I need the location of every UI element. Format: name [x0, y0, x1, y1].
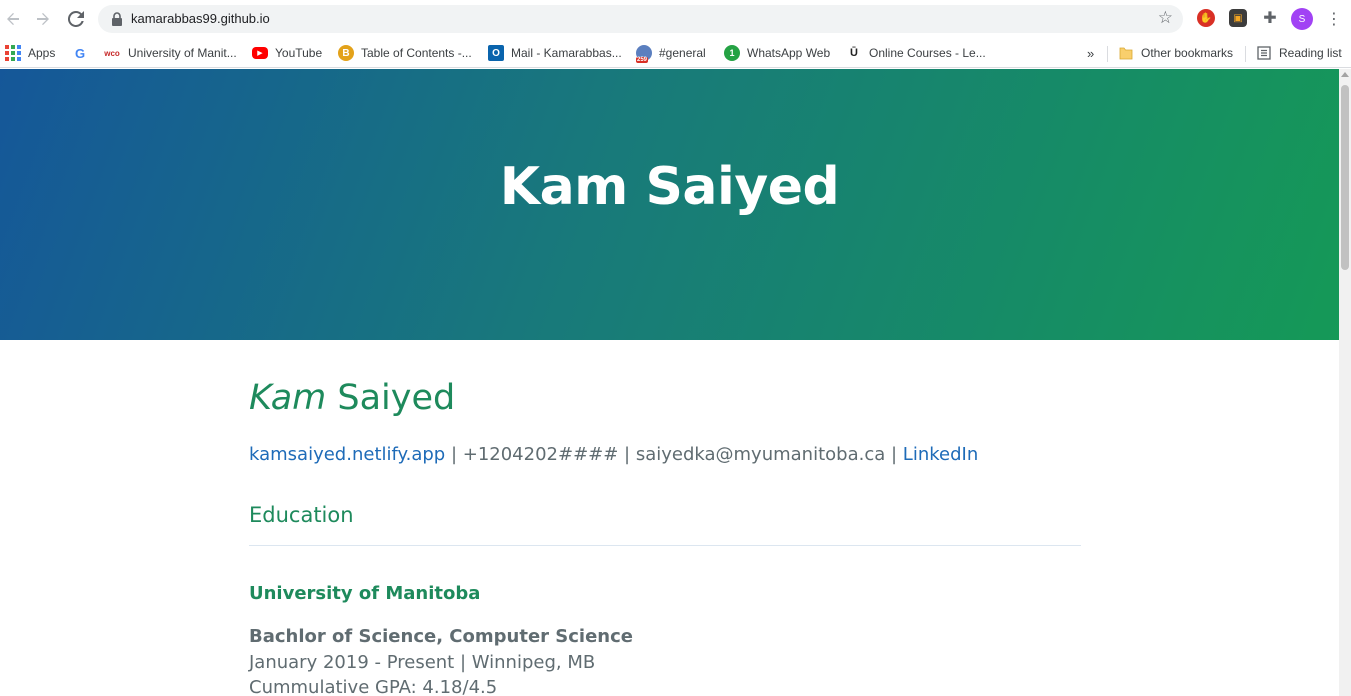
url-text[interactable]: kamarabbas99.github.io — [131, 11, 270, 26]
shield-extension-icon[interactable]: ✋ — [1197, 9, 1215, 27]
puzzle-extensions-icon[interactable]: ✚ — [1261, 9, 1279, 27]
education-gpa: Cummulative GPA: 4.18/4.5 — [249, 677, 498, 696]
bookmark-label: Table of Contents -... — [361, 46, 472, 60]
separator: | — [618, 444, 636, 465]
contact-line: kamsaiyed.netlify.app | +1204202#### | s… — [249, 444, 978, 465]
resume-name: Kam Saiyed — [249, 378, 455, 418]
bookmark-apps[interactable]: Apps — [5, 42, 55, 64]
bookmark-table-of-contents[interactable]: B Table of Contents -... — [338, 42, 472, 64]
wco-icon: wco — [104, 48, 120, 58]
forward-arrow-icon[interactable] — [31, 7, 55, 31]
reading-list-icon — [1256, 45, 1272, 61]
first-name: Kam — [249, 378, 327, 418]
hero-title: Kam Saiyed — [499, 157, 840, 217]
lock-icon — [112, 12, 122, 26]
reading-list-button[interactable]: Reading list — [1256, 42, 1342, 64]
hero-banner: Kam Saiyed — [0, 69, 1339, 340]
bookmark-label: Other bookmarks — [1141, 46, 1234, 60]
address-bar[interactable]: kamarabbas99.github.io ☆ — [98, 5, 1183, 33]
bookmark-university[interactable]: wco University of Manit... — [103, 42, 237, 64]
profile-avatar[interactable]: S — [1291, 8, 1313, 30]
bookmark-youtube[interactable]: ▶ YouTube — [252, 42, 322, 64]
google-icon: G — [74, 45, 86, 61]
bookmarks-bar: Apps G wco University of Manit... ▶ YouT… — [0, 38, 1351, 68]
more-menu-icon[interactable]: ⋮ — [1326, 8, 1342, 30]
slack-badge-icon: 259 — [636, 45, 652, 63]
email-address: saiyedka@myumanitoba.ca — [635, 444, 886, 465]
bookmark-other-folder[interactable]: Other bookmarks — [1118, 42, 1233, 64]
education-degree: Bachlor of Science, Computer Science — [249, 626, 633, 647]
bookmark-whatsapp[interactable]: 1 WhatsApp Web — [724, 42, 830, 64]
browser-toolbar: kamarabbas99.github.io ☆ ✋ ▣ ✚ S ⋮ — [0, 0, 1351, 38]
bookmark-label: Apps — [28, 46, 56, 60]
bookmark-label: University of Manit... — [128, 46, 237, 60]
education-heading: Education — [249, 503, 354, 527]
separator: | — [445, 444, 463, 465]
last-name: Saiyed — [326, 378, 456, 418]
separator: | — [885, 444, 903, 465]
bookmark-label: #general — [659, 46, 706, 60]
outlook-icon: O — [488, 45, 504, 61]
linkedin-link[interactable]: LinkedIn — [903, 444, 978, 465]
bookmarks-divider — [1245, 46, 1246, 62]
page-scrollbar[interactable] — [1339, 69, 1351, 696]
section-divider — [249, 545, 1081, 546]
bookmark-label: WhatsApp Web — [747, 46, 831, 60]
page-viewport: Kam Saiyed Kam Saiyed kamsaiyed.netlify.… — [0, 69, 1339, 696]
bookmarks-overflow-button[interactable]: » — [1087, 42, 1094, 64]
udemy-icon: Ū — [850, 47, 858, 59]
scroll-up-arrow-icon[interactable] — [1341, 72, 1349, 77]
bookmark-google[interactable]: G — [72, 42, 95, 64]
coin-icon: B — [338, 45, 354, 61]
cube-extension-icon[interactable]: ▣ — [1229, 9, 1247, 27]
phone-number: +1204202#### — [462, 444, 619, 465]
reload-icon[interactable] — [64, 7, 88, 31]
bookmark-label: Mail - Kamarabbas... — [511, 46, 622, 60]
education-dates: January 2019 - Present | Winnipeg, MB — [249, 652, 596, 673]
whatsapp-icon: 1 — [724, 45, 740, 61]
scrollbar-thumb[interactable] — [1341, 85, 1349, 270]
bookmark-label: Reading list — [1279, 46, 1342, 60]
folder-icon — [1118, 45, 1134, 61]
back-arrow-icon[interactable] — [1, 7, 25, 31]
education-organization: University of Manitoba — [249, 583, 481, 604]
bookmark-general[interactable]: 259 #general — [636, 42, 706, 64]
apps-grid-icon — [5, 45, 21, 61]
bookmark-label: Online Courses - Le... — [869, 46, 986, 60]
bookmark-label: YouTube — [275, 46, 323, 60]
bookmarks-divider — [1107, 46, 1108, 62]
youtube-icon: ▶ — [252, 47, 268, 59]
bookmark-mail[interactable]: O Mail - Kamarabbas... — [488, 42, 622, 64]
bookmark-online-courses[interactable]: Ū Online Courses - Le... — [846, 42, 986, 64]
bookmark-star-icon[interactable]: ☆ — [1158, 8, 1173, 28]
website-link[interactable]: kamsaiyed.netlify.app — [249, 444, 445, 465]
